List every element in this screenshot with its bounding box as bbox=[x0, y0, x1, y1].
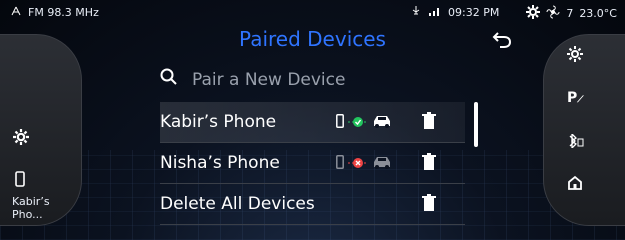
search-placeholder: Pair a New Device bbox=[192, 69, 346, 90]
left-side-panel: Kabir’s Pho... bbox=[0, 34, 82, 226]
connected-check-icon bbox=[348, 113, 368, 133]
connection-status bbox=[336, 113, 392, 133]
delete-all-label: Delete All Devices bbox=[160, 194, 315, 214]
parking-icon[interactable]: P⟋ bbox=[567, 90, 584, 106]
device-name: Kabir’s Phone bbox=[160, 112, 277, 132]
device-row[interactable]: Nisha’s Phone bbox=[160, 143, 465, 184]
radio-station: FM 98.3 MHz bbox=[28, 6, 99, 19]
scrollbar-thumb[interactable] bbox=[474, 102, 478, 147]
delete-device-button[interactable] bbox=[422, 112, 436, 135]
disconnected-x-icon bbox=[348, 154, 368, 174]
phone-icon bbox=[336, 113, 344, 133]
radio-icon bbox=[10, 5, 22, 20]
fan-level: 7 bbox=[566, 7, 574, 20]
connection-status bbox=[336, 154, 392, 174]
settings-gear-icon[interactable] bbox=[13, 129, 29, 149]
trash-icon bbox=[422, 194, 436, 217]
signal-icon bbox=[428, 6, 442, 19]
back-button[interactable] bbox=[492, 30, 512, 54]
delete-all-button[interactable] bbox=[422, 194, 436, 217]
delete-all-row[interactable]: Delete All Devices bbox=[160, 184, 465, 225]
search-icon bbox=[160, 68, 178, 91]
fan-icon bbox=[546, 5, 560, 22]
page-title: Paired Devices bbox=[239, 27, 386, 51]
usb-icon bbox=[410, 5, 422, 20]
trash-icon bbox=[422, 112, 436, 135]
device-name: Nisha’s Phone bbox=[160, 153, 280, 173]
car-icon bbox=[372, 154, 392, 174]
settings-icon[interactable] bbox=[526, 5, 541, 22]
right-side-panel: P⟋ bbox=[543, 34, 625, 226]
pair-new-device[interactable]: Pair a New Device bbox=[160, 68, 345, 91]
clock: 09:32 PM bbox=[448, 6, 500, 19]
trash-icon bbox=[422, 153, 436, 176]
car-icon bbox=[372, 113, 392, 133]
phone-icon[interactable] bbox=[15, 171, 25, 191]
temperature: 23.0°C bbox=[579, 7, 617, 20]
delete-device-button[interactable] bbox=[422, 153, 436, 176]
phone-label: Kabir’s Pho... bbox=[12, 195, 50, 221]
device-list: Kabir’s Phone Nisha’s Phone Delete All D… bbox=[160, 102, 465, 225]
phone-icon bbox=[336, 154, 344, 174]
screen: FM 98.3 MHz 09:32 PM 7 23.0°C Kabir’s Ph… bbox=[0, 0, 625, 240]
home-icon[interactable] bbox=[567, 175, 583, 195]
status-bar: FM 98.3 MHz 09:32 PM 7 23.0°C bbox=[0, 0, 625, 22]
device-row[interactable]: Kabir’s Phone bbox=[160, 102, 465, 143]
bluetooth-icon[interactable] bbox=[567, 132, 585, 152]
